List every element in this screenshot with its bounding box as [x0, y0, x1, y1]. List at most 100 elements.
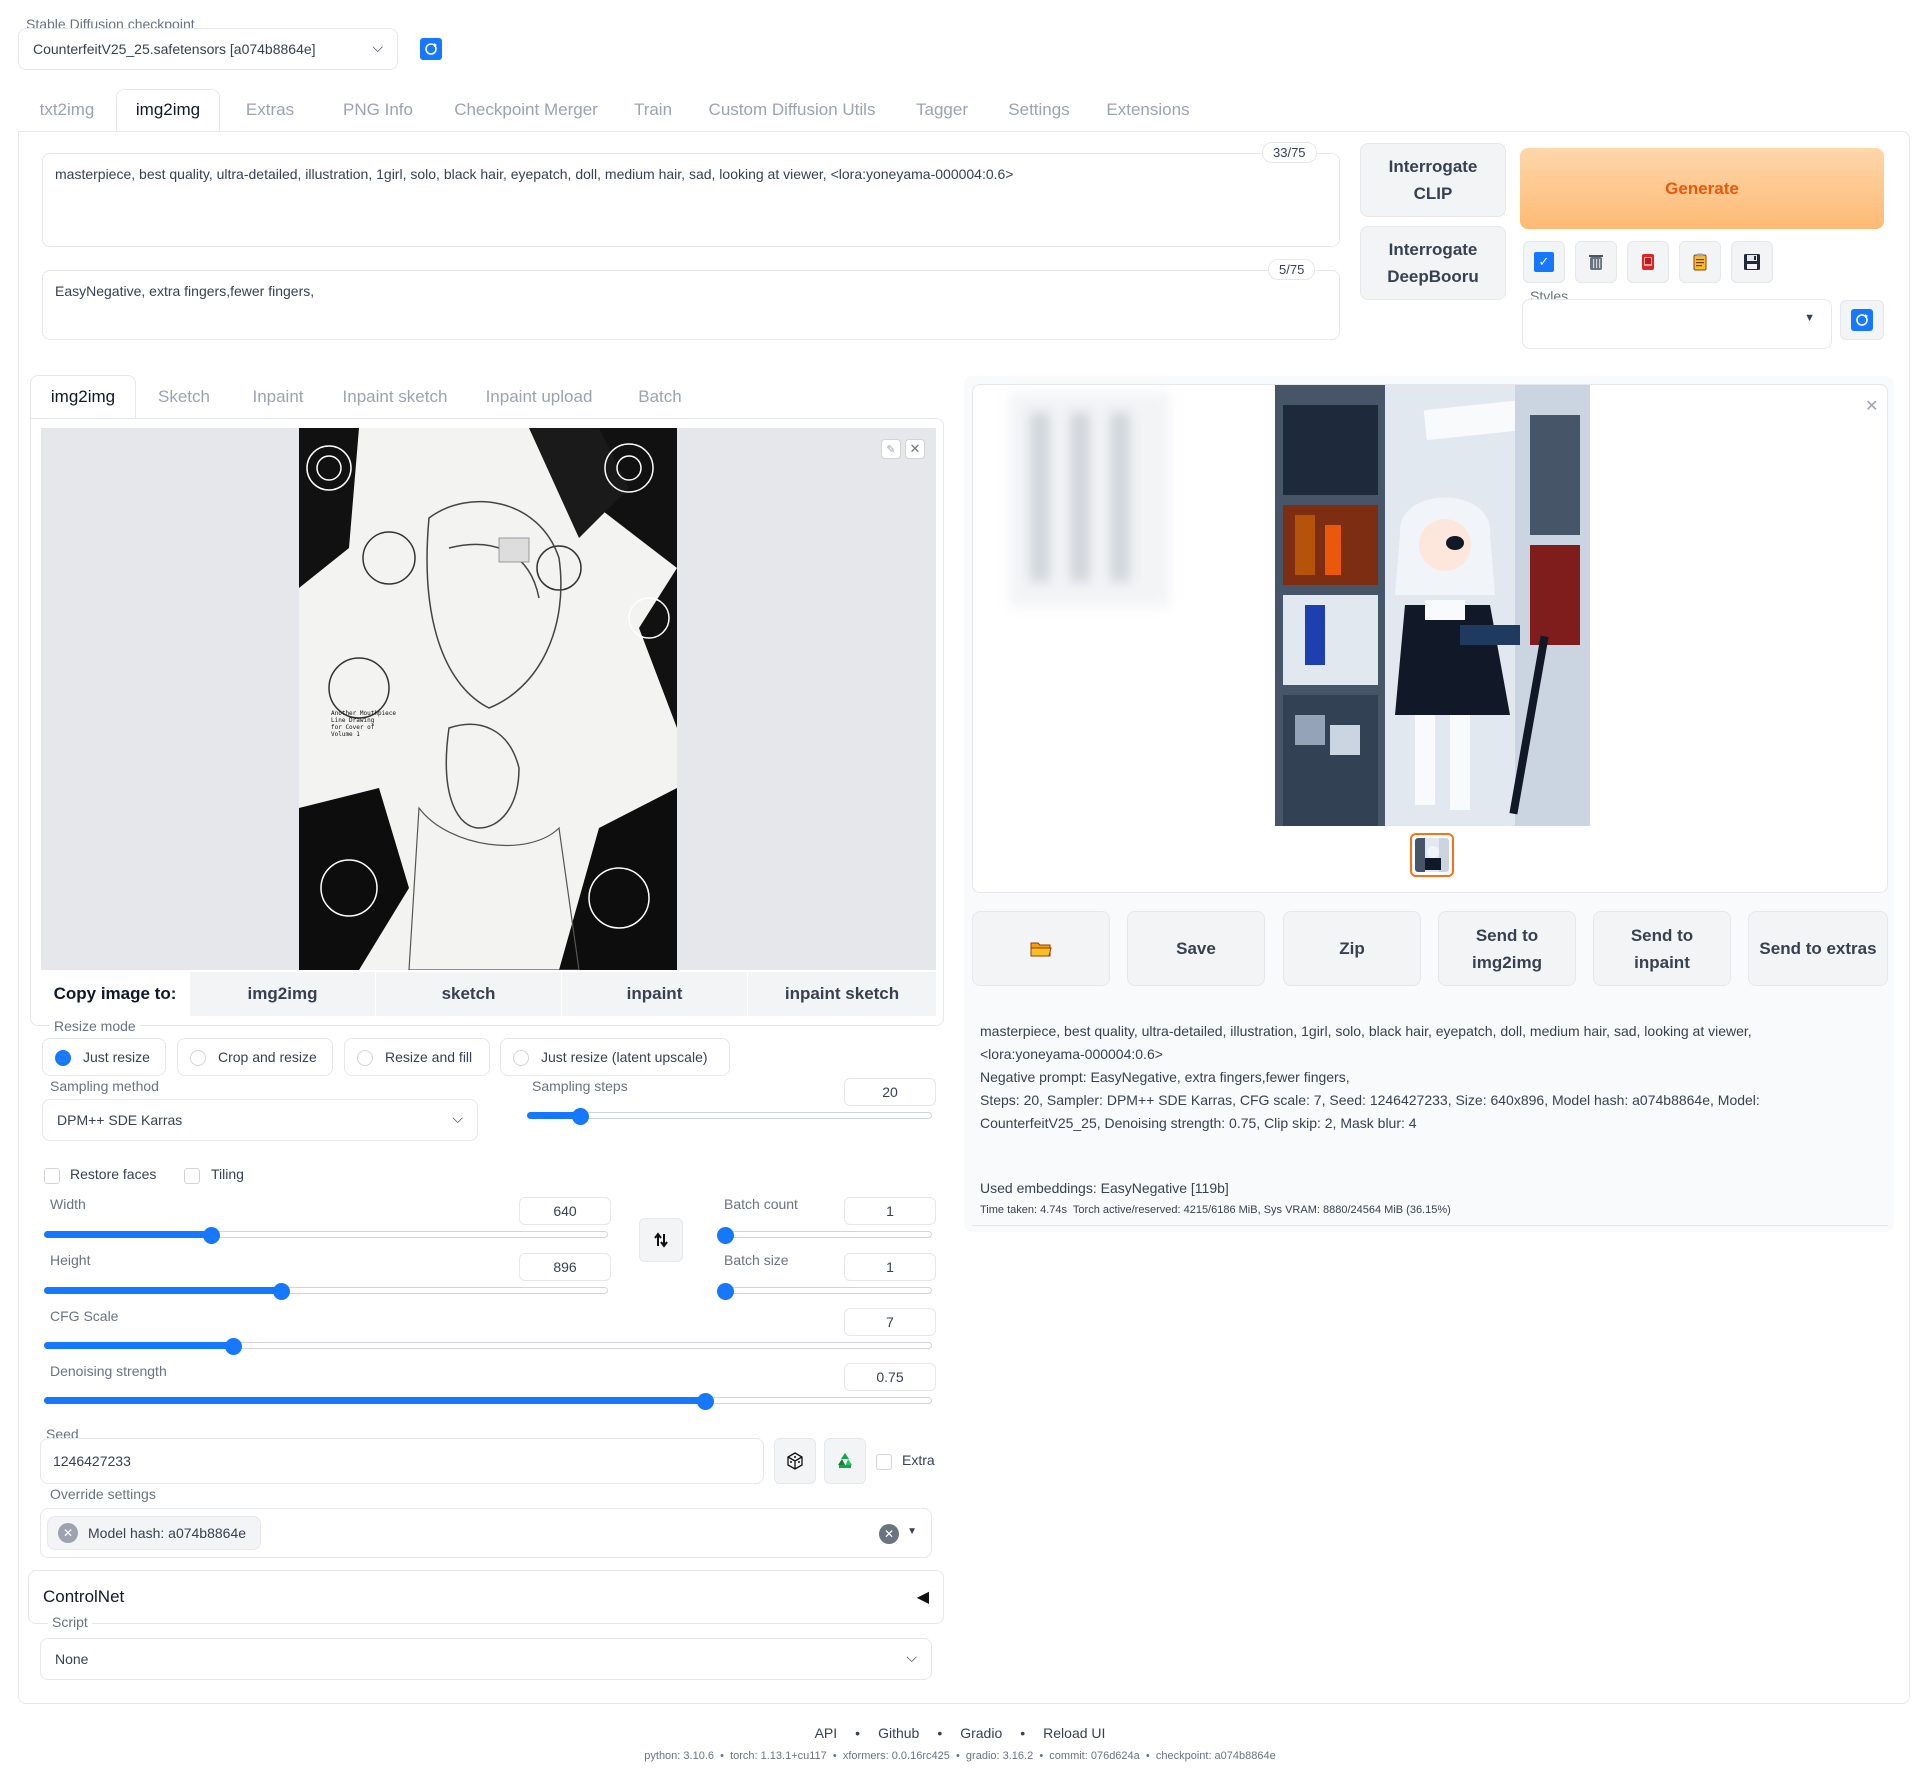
- checkpoint-dropdown[interactable]: CounterfeitV25_25.safetensors [a074b8864…: [18, 28, 398, 70]
- info-negative-line: Negative prompt: EasyNegative, extra fin…: [980, 1069, 1350, 1085]
- negative-prompt-input[interactable]: EasyNegative, extra fingers,fewer finger…: [42, 270, 1340, 340]
- close-gallery-icon[interactable]: ✕: [1865, 396, 1878, 416]
- tab-checkpoint-merger[interactable]: Checkpoint Merger: [436, 89, 616, 131]
- tab-custom-diffusion-utils[interactable]: Custom Diffusion Utils: [690, 89, 894, 131]
- blurred-preview-image: [1010, 392, 1170, 607]
- tab-extras[interactable]: Extras: [220, 89, 320, 131]
- cfg-scale-slider[interactable]: [44, 1338, 932, 1355]
- tab-inpaint-sketch[interactable]: Inpaint sketch: [324, 375, 466, 419]
- copy-to-inpaint-button[interactable]: inpaint: [561, 972, 747, 1016]
- tab-inpaint[interactable]: Inpaint: [232, 375, 324, 419]
- resize-crop-and-resize-radio[interactable]: Crop and resize: [177, 1038, 333, 1076]
- info-params-line-2: CounterfeitV25_25, Denoising strength: 0…: [980, 1115, 1417, 1131]
- swap-dimensions-button[interactable]: [639, 1218, 683, 1262]
- remove-chip-icon[interactable]: ✕: [58, 1523, 78, 1543]
- tab-txt2img[interactable]: txt2img: [18, 89, 116, 131]
- batch-size-input[interactable]: 1: [844, 1253, 936, 1281]
- sampling-steps-input[interactable]: 20: [844, 1078, 936, 1106]
- dropdown-arrow-icon[interactable]: ▼: [907, 1526, 917, 1537]
- batch-count-slider[interactable]: [717, 1227, 932, 1244]
- height-slider[interactable]: [44, 1283, 608, 1300]
- styles-dropdown[interactable]: ▼: [1522, 299, 1832, 349]
- tab-inpaint-upload[interactable]: Inpaint upload: [466, 375, 612, 419]
- script-dropdown[interactable]: None ⌵: [40, 1638, 932, 1680]
- tab-batch[interactable]: Batch: [612, 375, 708, 419]
- slider-thumb[interactable]: [224, 1338, 242, 1355]
- refresh-checkpoint-button[interactable]: [420, 38, 442, 60]
- tab-settings[interactable]: Settings: [990, 89, 1088, 131]
- slider-thumb[interactable]: [202, 1227, 220, 1244]
- cfg-scale-input[interactable]: 7: [844, 1308, 936, 1336]
- separator-dot: •: [1020, 1725, 1026, 1741]
- read-params-button[interactable]: [1627, 241, 1669, 283]
- prompt-input[interactable]: masterpiece, best quality, ultra-detaile…: [42, 153, 1340, 247]
- sampling-method-dropdown[interactable]: DPM++ SDE Karras ⌵: [42, 1099, 478, 1141]
- tab-sketch[interactable]: Sketch: [136, 375, 232, 419]
- sampling-steps-slider[interactable]: [527, 1108, 932, 1125]
- apply-style-button[interactable]: [1679, 241, 1721, 283]
- footer-link-api[interactable]: API: [815, 1725, 838, 1741]
- radio-icon: [357, 1050, 373, 1066]
- copy-to-inpaint-sketch-button[interactable]: inpaint sketch: [747, 972, 936, 1016]
- gallery-thumbnail[interactable]: [1410, 833, 1454, 877]
- interrogate-deepbooru-button[interactable]: Interrogate DeepBooru: [1360, 226, 1506, 300]
- slider-thumb[interactable]: [717, 1227, 734, 1244]
- save-style-button[interactable]: [1731, 241, 1773, 283]
- slider-thumb[interactable]: [697, 1393, 715, 1410]
- tab-tagger[interactable]: Tagger: [894, 89, 990, 131]
- tiling-checkbox[interactable]: [184, 1168, 200, 1184]
- recycle-icon: [838, 1453, 852, 1468]
- controlnet-accordion[interactable]: ControlNet ◀: [28, 1570, 944, 1624]
- denoising-strength-slider[interactable]: [44, 1393, 932, 1410]
- output-image[interactable]: [1275, 385, 1590, 826]
- height-input[interactable]: 896: [519, 1253, 611, 1281]
- clipboard-icon: [1693, 253, 1707, 271]
- override-settings-input[interactable]: ✕ Model hash: a074b8864e ✕ ▼: [40, 1508, 932, 1558]
- send-to-img2img-button[interactable]: Send to img2img: [1438, 911, 1576, 986]
- send-to-inpaint-button[interactable]: Send to inpaint: [1593, 911, 1731, 986]
- footer-link-gradio[interactable]: Gradio: [960, 1725, 1002, 1741]
- refresh-styles-button[interactable]: [1840, 300, 1884, 340]
- send-to-extras-button[interactable]: Send to extras: [1748, 911, 1888, 986]
- resize-just-resize-radio[interactable]: Just resize: [42, 1038, 166, 1076]
- show-extra-networks-button[interactable]: ✓: [1523, 241, 1565, 283]
- resize-latent-upscale-radio[interactable]: Just resize (latent upscale): [500, 1038, 730, 1076]
- sampling-method-value: DPM++ SDE Karras: [57, 1112, 183, 1128]
- tab-extensions[interactable]: Extensions: [1088, 89, 1208, 131]
- script-label: Script: [48, 1614, 92, 1630]
- clear-image-button[interactable]: ✕: [905, 439, 925, 459]
- copy-to-sketch-button[interactable]: sketch: [375, 972, 561, 1016]
- tab-png-info[interactable]: PNG Info: [320, 89, 436, 131]
- random-seed-button[interactable]: [774, 1438, 816, 1484]
- extra-seed-checkbox[interactable]: [876, 1454, 892, 1470]
- tab-sub-img2img[interactable]: img2img: [30, 375, 136, 419]
- seed-input[interactable]: 1246427233: [40, 1438, 764, 1484]
- slider-thumb[interactable]: [717, 1283, 734, 1300]
- interrogate-clip-button[interactable]: Interrogate CLIP: [1360, 143, 1506, 217]
- footer-link-reload-ui[interactable]: Reload UI: [1043, 1725, 1105, 1741]
- width-slider[interactable]: [44, 1227, 608, 1244]
- tab-img2img[interactable]: img2img: [116, 89, 220, 131]
- slider-fill: [44, 1397, 705, 1404]
- edit-image-button[interactable]: ✎: [881, 439, 901, 459]
- copy-to-img2img-button[interactable]: img2img: [189, 972, 375, 1016]
- batch-size-slider[interactable]: [717, 1283, 932, 1300]
- slider-thumb[interactable]: [273, 1283, 291, 1300]
- generation-info: masterpiece, best quality, ultra-detaile…: [980, 1020, 1880, 1135]
- clear-all-icon[interactable]: ✕: [879, 1524, 899, 1544]
- footer-link-github[interactable]: Github: [878, 1725, 919, 1741]
- reuse-seed-button[interactable]: [824, 1438, 866, 1484]
- radio-icon: [513, 1050, 529, 1066]
- open-folder-button[interactable]: [972, 911, 1110, 986]
- zip-button[interactable]: Zip: [1283, 911, 1421, 986]
- radio-icon: [190, 1050, 206, 1066]
- batch-count-input[interactable]: 1: [844, 1197, 936, 1225]
- save-button[interactable]: Save: [1127, 911, 1265, 986]
- restore-faces-checkbox[interactable]: [44, 1168, 60, 1184]
- tab-train[interactable]: Train: [616, 89, 690, 131]
- clear-prompt-button[interactable]: [1575, 241, 1617, 283]
- width-input[interactable]: 640: [519, 1197, 611, 1225]
- denoising-strength-input[interactable]: 0.75: [844, 1363, 936, 1391]
- generate-button[interactable]: Generate: [1520, 148, 1884, 229]
- resize-and-fill-radio[interactable]: Resize and fill: [344, 1038, 490, 1076]
